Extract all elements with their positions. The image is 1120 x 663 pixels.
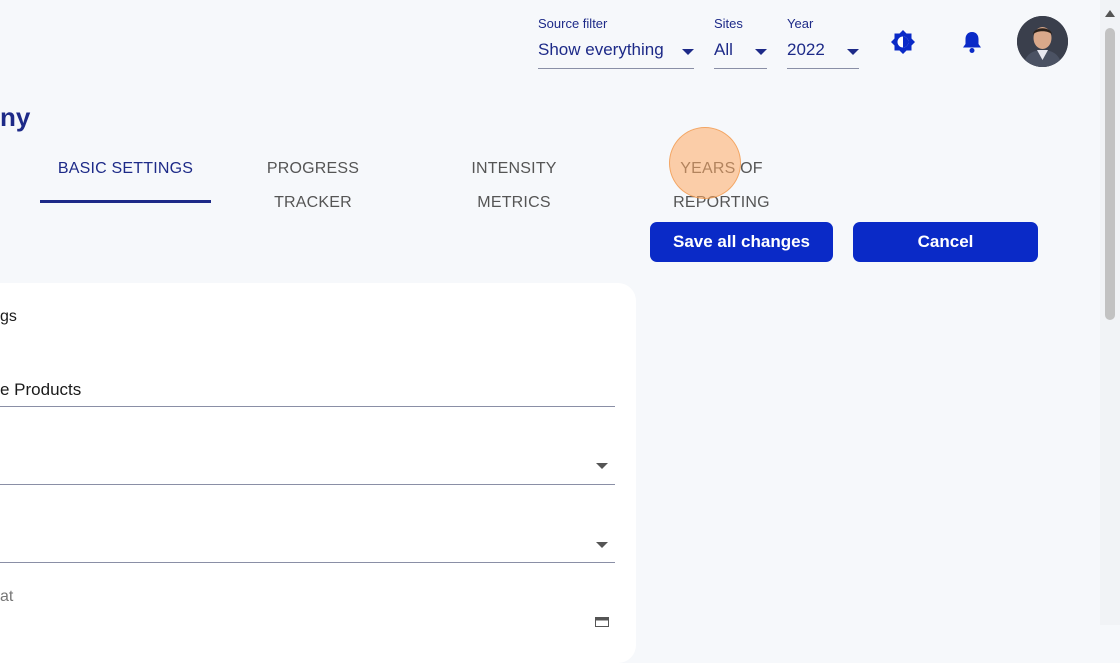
company-name-field[interactable]: e Products: [0, 380, 81, 400]
cancel-button[interactable]: Cancel: [853, 222, 1038, 262]
tab-years-of-reporting[interactable]: YEARS OF REPORTING: [634, 152, 809, 211]
year-filter[interactable]: Year 2022: [787, 16, 859, 69]
chevron-down-icon[interactable]: [596, 463, 608, 469]
sites-filter-select[interactable]: All: [714, 32, 767, 69]
brightness-icon: [891, 30, 915, 54]
select-field-1-underline: [0, 484, 615, 485]
bell-icon: [963, 32, 981, 53]
settings-card: [0, 283, 636, 663]
page-title: ny: [0, 102, 31, 132]
user-avatar-image: [1017, 16, 1068, 67]
sites-filter-label: Sites: [714, 16, 743, 31]
select-field-2-underline: [0, 562, 615, 563]
tab-intensity-metrics[interactable]: INTENSITY METRICS: [436, 152, 592, 211]
chevron-down-icon: [682, 49, 694, 55]
scroll-up-arrow-icon[interactable]: [1105, 10, 1115, 17]
save-all-changes-button[interactable]: Save all changes: [650, 222, 833, 262]
source-filter-value: Show everything: [538, 40, 664, 59]
tab-progress-tracker[interactable]: PROGRESS TRACKER: [231, 152, 395, 211]
section-title: gs: [0, 308, 17, 325]
year-filter-value: 2022: [787, 40, 825, 59]
chevron-down-icon: [847, 49, 859, 55]
source-filter[interactable]: Source filter Show everything: [538, 16, 694, 69]
chevron-down-icon[interactable]: [596, 542, 608, 548]
sites-filter[interactable]: Sites All: [714, 16, 767, 69]
calendar-icon[interactable]: [595, 617, 609, 627]
source-filter-select[interactable]: Show everything: [538, 32, 694, 69]
scrollbar-thumb[interactable]: [1105, 28, 1115, 320]
date-field-label: at: [0, 588, 14, 605]
source-filter-label: Source filter: [538, 16, 608, 31]
company-name-underline: [0, 406, 615, 407]
notifications-button[interactable]: [958, 28, 986, 56]
year-filter-select[interactable]: 2022: [787, 32, 859, 69]
brightness-toggle-button[interactable]: [889, 28, 917, 56]
vertical-scrollbar[interactable]: [1100, 0, 1120, 625]
avatar[interactable]: [1017, 16, 1068, 67]
sites-filter-value: All: [714, 40, 733, 59]
year-filter-label: Year: [787, 16, 814, 31]
tab-basic-settings[interactable]: BASIC SETTINGS: [40, 152, 211, 203]
chevron-down-icon: [755, 49, 767, 55]
